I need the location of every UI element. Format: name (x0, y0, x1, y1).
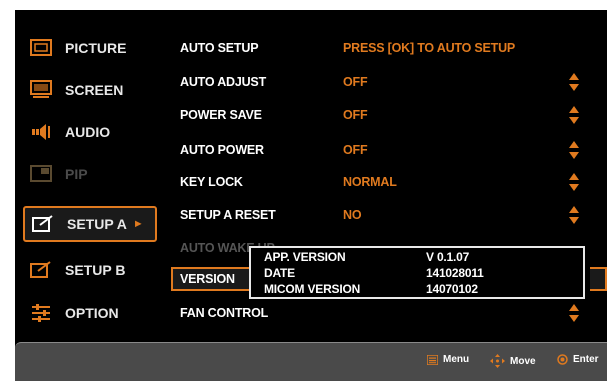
menu-row-value: NORMAL (343, 175, 397, 189)
enter-hint: Enter (557, 354, 599, 365)
version-info-popup: APP. VERSION V 0.1.07 DATE 141028011 MIC… (249, 246, 585, 299)
menu-row-label: AUTO ADJUST (180, 75, 267, 89)
menu-row-value: PRESS [OK] TO AUTO SETUP (343, 41, 516, 55)
menu-row-label: VERSION (180, 272, 235, 286)
selected-arrow-icon: ► (132, 218, 144, 230)
sidebar-item-label: OPTION (65, 305, 119, 321)
sidebar-item-pip[interactable]: PIP (23, 156, 157, 192)
up-down-arrow-icon[interactable] (569, 304, 579, 322)
sidebar: PICTURE SCREEN AUDIO PIP SETUP A ► SETUP… (15, 10, 157, 332)
menu-row-label: SETUP A RESET (180, 208, 276, 222)
setup-icon (29, 260, 53, 280)
menu-row-auto-power[interactable]: AUTO POWER OFF (165, 134, 607, 166)
menu-row-value: OFF (343, 75, 368, 89)
option-icon (29, 303, 53, 323)
sidebar-item-label: SETUP B (65, 262, 126, 278)
sidebar-item-picture[interactable]: PICTURE (23, 30, 157, 66)
sidebar-item-screen[interactable]: SCREEN (23, 72, 157, 108)
menu-row-value: OFF (343, 143, 368, 157)
up-down-arrow-icon[interactable] (569, 141, 579, 159)
menu-row-label: AUTO SETUP (180, 41, 259, 55)
menu-row-label: FAN CONTROL (180, 306, 269, 320)
app-version-label: APP. VERSION (264, 250, 346, 264)
sidebar-item-audio[interactable]: AUDIO (23, 114, 157, 150)
date-label: DATE (264, 266, 295, 280)
move-hint-label: Move (510, 355, 536, 367)
menu-hint-label: Menu (443, 354, 470, 365)
up-down-arrow-icon[interactable] (569, 73, 579, 91)
sidebar-item-label: PIP (65, 166, 88, 182)
pip-icon (29, 164, 53, 184)
sidebar-item-option[interactable]: OPTION (23, 295, 157, 331)
setup-icon (31, 214, 55, 234)
menu-row-label: KEY LOCK (180, 175, 243, 189)
date-value: 141028011 (426, 266, 484, 280)
micom-version-label: MICOM VERSION (264, 282, 361, 296)
picture-icon (29, 38, 53, 58)
sidebar-item-setup-a[interactable]: SETUP A ► (23, 206, 157, 242)
micom-version-value: 14070102 (426, 282, 478, 296)
speaker-icon (29, 122, 53, 142)
sidebar-item-setup-b[interactable]: SETUP B (23, 252, 157, 288)
up-down-arrow-icon[interactable] (569, 106, 579, 124)
menu-row-power-save[interactable]: POWER SAVE OFF (165, 99, 607, 131)
menu-row-fan-control[interactable]: FAN CONTROL (165, 297, 607, 329)
screen-icon (29, 80, 53, 100)
menu-row-value: OFF (343, 108, 368, 122)
menu-row-label: AUTO POWER (180, 143, 264, 157)
menu-row-setup-a-reset[interactable]: SETUP A RESET NO (165, 199, 607, 231)
menu-row-value: NO (343, 208, 362, 222)
sidebar-item-label: SETUP A (67, 216, 127, 232)
up-down-arrow-icon[interactable] (569, 173, 579, 191)
menu-row-label: POWER SAVE (180, 108, 262, 122)
enter-icon (557, 354, 568, 365)
menu-icon (427, 354, 438, 365)
sidebar-item-label: AUDIO (65, 124, 111, 140)
move-hint: Move (490, 354, 536, 368)
menu-row-auto-adjust[interactable]: AUTO ADJUST OFF (165, 66, 607, 98)
enter-hint-label: Enter (573, 354, 599, 365)
sidebar-item-label: PICTURE (65, 40, 127, 56)
app-version-value: V 0.1.07 (426, 250, 470, 264)
menu-hint: Menu (427, 354, 469, 365)
up-down-arrow-icon[interactable] (569, 206, 579, 224)
move-arrows-icon (490, 354, 505, 368)
menu-row-auto-setup[interactable]: AUTO SETUP PRESS [OK] TO AUTO SETUP (165, 32, 607, 64)
sidebar-item-label: SCREEN (65, 82, 124, 98)
menu-row-key-lock[interactable]: KEY LOCK NORMAL (165, 166, 607, 198)
